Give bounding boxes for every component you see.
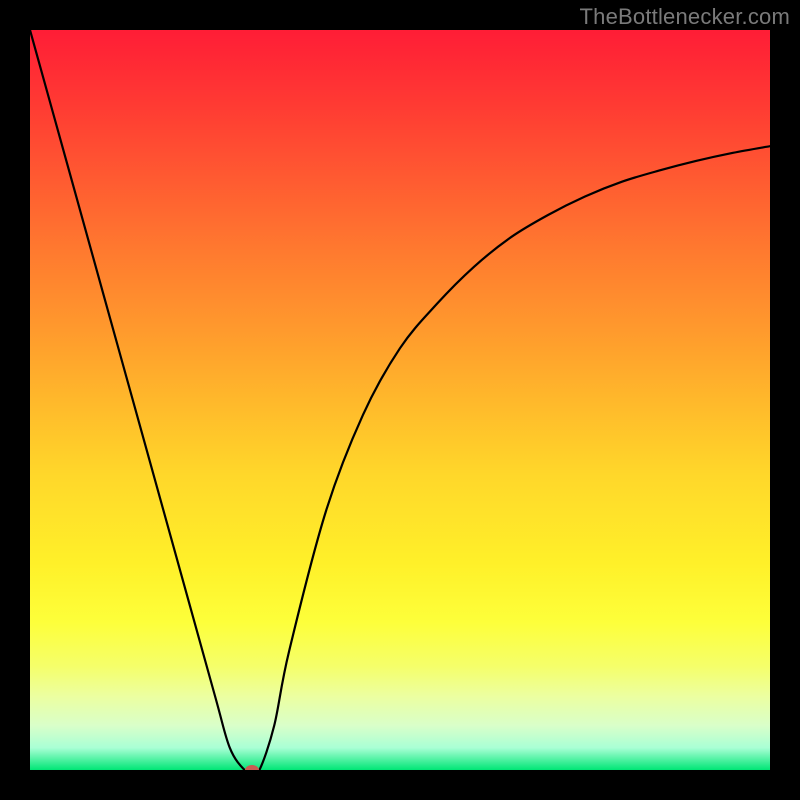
attribution-label: TheBottlenecker.com — [580, 4, 790, 30]
bottleneck-curve — [30, 30, 770, 770]
plot-area — [30, 30, 770, 770]
chart-container: TheBottlenecker.com — [0, 0, 800, 800]
optimum-marker — [245, 765, 259, 770]
